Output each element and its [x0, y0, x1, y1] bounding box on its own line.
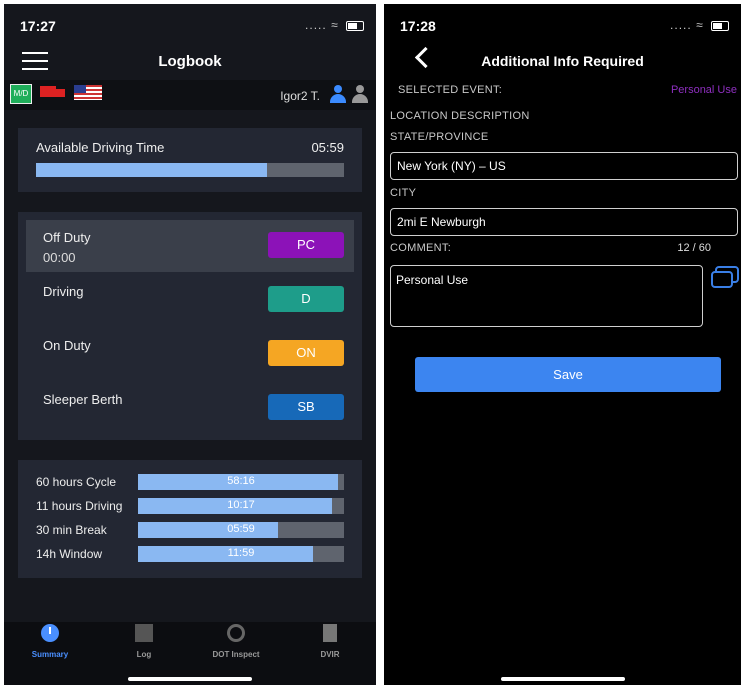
location-description-label: LOCATION DESCRIPTION — [390, 110, 530, 122]
logbook-screen: 17:27 ..... ≈ Logbook M/D Igor2 T. Avail… — [4, 4, 376, 685]
battery-icon — [711, 20, 729, 31]
page-title: Additional Info Required — [481, 53, 644, 69]
status-name: Off Duty — [43, 230, 91, 245]
status-row-driving[interactable]: Driving D — [18, 274, 362, 326]
status-icons: ..... ≈ — [305, 18, 364, 32]
status-time: 00:00 — [43, 250, 76, 265]
save-button[interactable]: Save — [415, 357, 721, 392]
cycle-value: 58:16 — [227, 475, 255, 487]
comment-field[interactable]: Personal Use — [390, 265, 703, 327]
tab-label: Log — [136, 650, 152, 659]
available-driving-card: Available Driving Time 05:59 — [18, 128, 362, 192]
bottom-tab-bar: Summary Log DOT Inspect DVIR — [4, 622, 376, 685]
us-flag-icon[interactable] — [74, 85, 102, 100]
on-duty-button[interactable]: ON — [268, 340, 344, 366]
cycle-label: 11 hours Driving — [36, 499, 123, 513]
tab-label: DVIR — [320, 650, 340, 659]
cycle-row: 30 min Break 05:59 — [18, 522, 362, 540]
md-icon: M/D — [10, 84, 32, 104]
wifi-icon: ≈ — [696, 18, 704, 32]
status-row-on-duty[interactable]: On Duty ON — [18, 328, 362, 380]
cycle-row: 11 hours Driving 10:17 — [18, 498, 362, 516]
status-bar: 17:27 ..... ≈ — [4, 4, 376, 48]
available-driving-label: Available Driving Time — [36, 140, 165, 155]
top-bar: Logbook — [4, 44, 376, 80]
graph-icon — [135, 624, 153, 642]
cycle-bar: 05:59 — [138, 522, 344, 538]
active-driver-icon[interactable] — [330, 85, 346, 103]
truck-icon[interactable] — [40, 86, 66, 100]
clock-time: 17:27 — [20, 18, 56, 34]
signal-dots: ..... — [305, 18, 327, 32]
state-field[interactable]: New York (NY) – US — [390, 152, 738, 180]
comment-label: COMMENT: — [390, 242, 452, 254]
cycle-label: 60 hours Cycle — [36, 475, 117, 489]
tab-label: DOT Inspect — [212, 650, 260, 659]
cycle-bar: 11:59 — [138, 546, 344, 562]
state-value: New York (NY) – US — [397, 159, 506, 173]
tab-log[interactable]: Log — [104, 624, 184, 659]
status-name: Driving — [43, 284, 84, 299]
city-field[interactable]: 2mi E Newburgh — [390, 208, 738, 236]
cycle-bar: 58:16 — [138, 474, 344, 490]
tab-summary[interactable]: Summary — [10, 624, 90, 659]
state-label: STATE/PROVINCE — [390, 131, 489, 143]
city-label: CITY — [390, 187, 417, 199]
cycle-row: 60 hours Cycle 58:16 — [18, 474, 362, 492]
cycle-bar: 10:17 — [138, 498, 344, 514]
comment-counter: 12 / 60 — [677, 242, 711, 254]
pc-button[interactable]: PC — [268, 232, 344, 258]
hours-summary-card: 60 hours Cycle 58:16 11 hours Driving 10… — [18, 460, 362, 578]
comment-value: Personal Use — [396, 273, 469, 287]
home-indicator — [128, 677, 252, 681]
duty-status-card: Off Duty 00:00 PC Driving D On Duty ON S… — [18, 212, 362, 440]
wifi-icon: ≈ — [331, 18, 339, 32]
cycle-value: 11:59 — [227, 547, 255, 559]
signal-dots: ..... — [670, 18, 692, 32]
sleeper-berth-button[interactable]: SB — [268, 394, 344, 420]
status-name: Sleeper Berth — [43, 392, 123, 407]
cycle-label: 30 min Break — [36, 523, 107, 537]
clock-icon — [41, 624, 59, 642]
tab-label: Summary — [31, 650, 69, 659]
selected-event-label: SELECTED EVENT: — [398, 84, 503, 96]
status-icons: ..... ≈ — [670, 18, 729, 32]
driver-name: Igor2 T. — [280, 89, 320, 103]
city-value: 2mi E Newburgh — [397, 215, 486, 229]
available-driving-value: 05:59 — [311, 140, 344, 155]
status-row-sleeper-berth[interactable]: Sleeper Berth SB — [18, 382, 362, 434]
selected-event-value: Personal Use — [670, 84, 737, 96]
cycle-row: 14h Window 11:59 — [18, 546, 362, 564]
chat-icon[interactable] — [711, 266, 739, 288]
tab-dot-inspect[interactable]: DOT Inspect — [196, 624, 276, 659]
page-title: Logbook — [158, 53, 222, 70]
co-driver-icon[interactable] — [352, 85, 368, 103]
available-driving-fill — [36, 163, 267, 177]
status-bar: 17:28 ..... ≈ — [384, 4, 741, 48]
top-bar: Additional Info Required — [384, 44, 741, 78]
home-indicator — [500, 677, 625, 681]
battery-icon — [346, 20, 364, 31]
cycle-label: 14h Window — [36, 547, 103, 561]
status-name: On Duty — [43, 338, 91, 353]
available-driving-bar — [36, 163, 344, 177]
inspect-icon — [227, 624, 245, 642]
tab-dvir[interactable]: DVIR — [290, 624, 370, 659]
document-icon — [323, 624, 337, 642]
cycle-value: 05:59 — [227, 523, 255, 535]
clock-time: 17:28 — [400, 18, 436, 34]
additional-info-screen: 17:28 ..... ≈ Additional Info Required S… — [384, 4, 741, 685]
cycle-value: 10:17 — [227, 499, 255, 511]
driver-info-bar: M/D Igor2 T. — [4, 80, 376, 110]
driving-button[interactable]: D — [268, 286, 344, 312]
status-row-off-duty[interactable]: Off Duty 00:00 PC — [26, 220, 354, 272]
